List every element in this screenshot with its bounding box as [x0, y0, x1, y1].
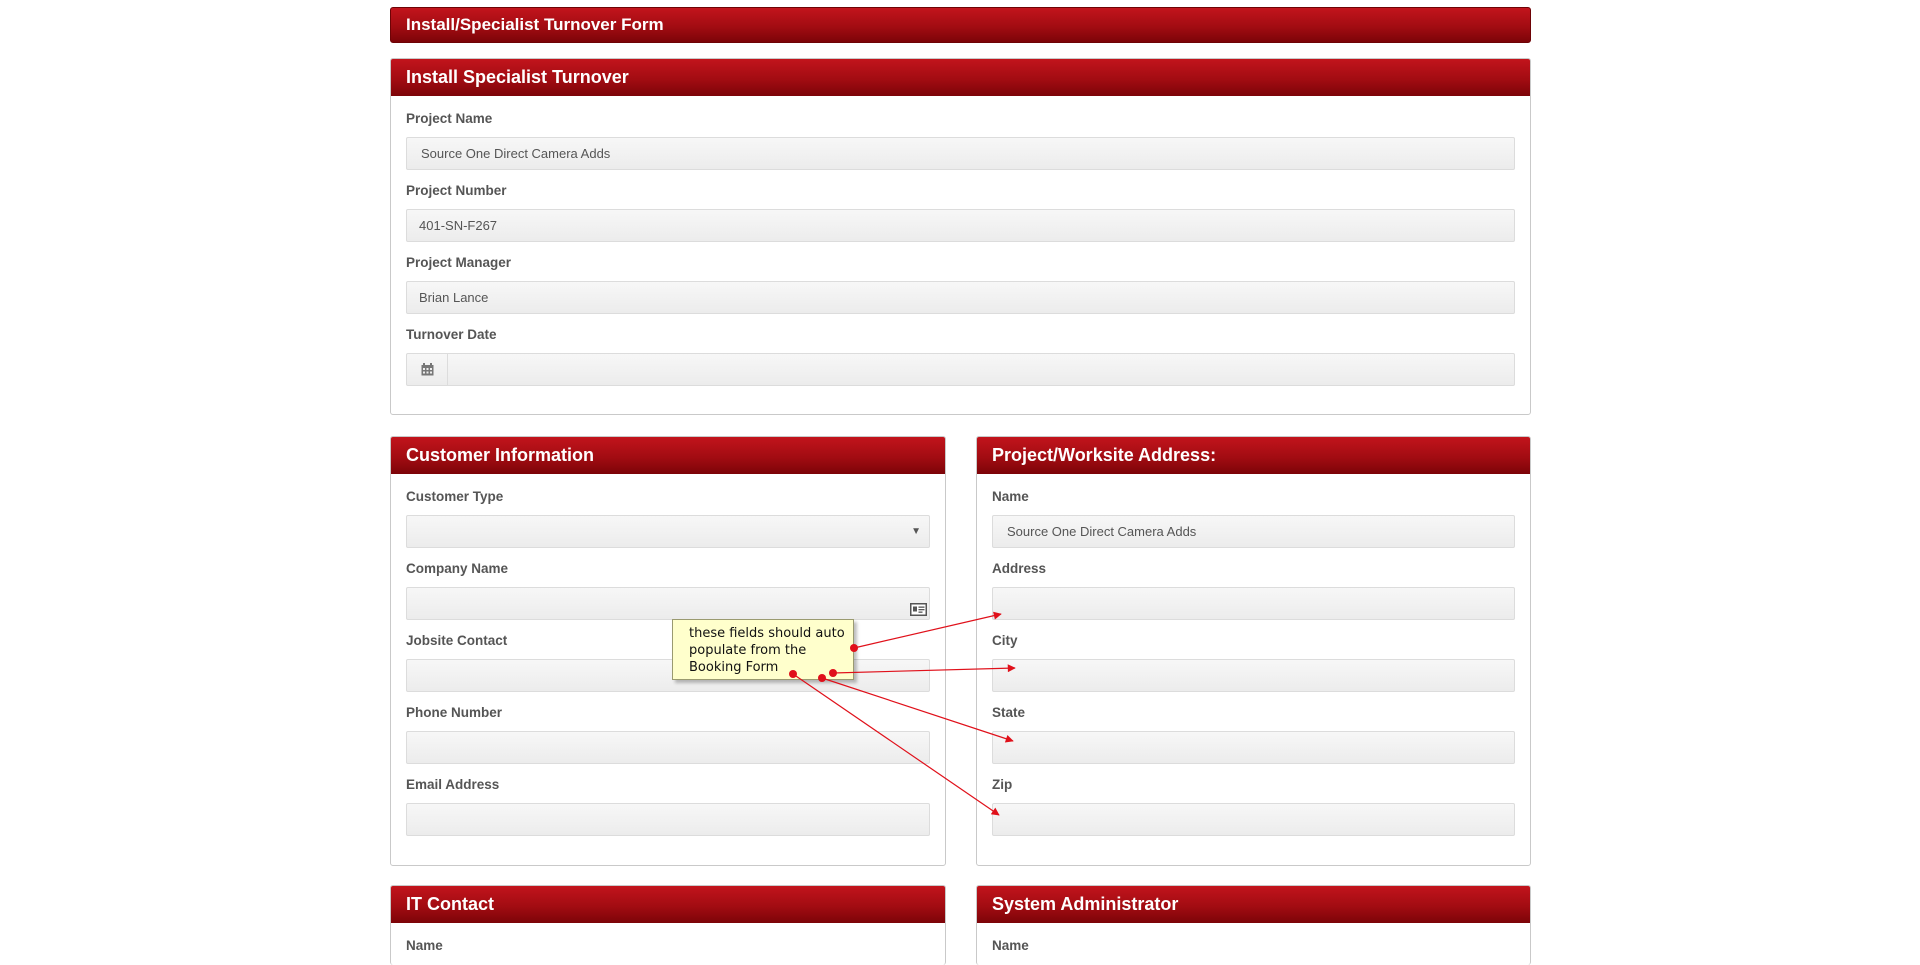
company-name-input[interactable]	[406, 587, 930, 620]
worksite-name-group: Name Source One Direct Camera Adds	[992, 487, 1515, 548]
worksite-state-group: State	[992, 703, 1515, 764]
sysadmin-header: System Administrator	[977, 886, 1530, 923]
project-manager-label: Project Manager	[406, 255, 512, 270]
worksite-address-panel: Project/Worksite Address: Name Source On…	[976, 436, 1531, 866]
worksite-name-label: Name	[992, 489, 1029, 504]
worksite-address-label: Address	[992, 561, 1047, 576]
turnover-panel: Install Specialist Turnover Project Name…	[390, 58, 1531, 415]
sysadmin-name-group: Name	[992, 936, 1515, 956]
turnover-date-group: Turnover Date	[406, 325, 1515, 386]
project-name-label: Project Name	[406, 111, 493, 126]
worksite-address-group: Address	[992, 559, 1515, 620]
email-address-label: Email Address	[406, 777, 500, 792]
project-manager-input[interactable]: Brian Lance	[406, 281, 1515, 314]
worksite-city-label: City	[992, 633, 1018, 648]
project-number-label: Project Number	[406, 183, 507, 198]
phone-number-group: Phone Number	[406, 703, 930, 764]
project-name-group: Project Name Source One Direct Camera Ad…	[406, 109, 1515, 170]
chevron-down-icon[interactable]: ▼	[911, 516, 921, 547]
worksite-zip-label: Zip	[992, 777, 1013, 792]
it-contact-title: IT Contact	[406, 894, 494, 914]
turnover-date-label: Turnover Date	[406, 327, 497, 342]
turnover-panel-title: Install Specialist Turnover	[406, 67, 629, 87]
worksite-name-input[interactable]: Source One Direct Camera Adds	[992, 515, 1515, 548]
sysadmin-title: System Administrator	[992, 894, 1179, 914]
project-number-group: Project Number 401-SN-F267	[406, 181, 1515, 242]
customer-info-header: Customer Information	[391, 437, 945, 474]
worksite-city-input[interactable]	[992, 659, 1515, 692]
project-name-input[interactable]: Source One Direct Camera Adds	[406, 137, 1515, 170]
email-address-input[interactable]	[406, 803, 930, 836]
company-name-label: Company Name	[406, 561, 509, 576]
it-contact-panel: IT Contact Name	[390, 885, 946, 965]
phone-number-input[interactable]	[406, 731, 930, 764]
sysadmin-name-label: Name	[992, 938, 1029, 953]
customer-info-title: Customer Information	[406, 445, 595, 465]
worksite-address-input[interactable]	[992, 587, 1515, 620]
phone-number-label: Phone Number	[406, 705, 503, 720]
annotation-text: these fields should auto populate from t…	[689, 626, 845, 675]
worksite-address-header: Project/Worksite Address:	[977, 437, 1530, 474]
contact-card-icon[interactable]	[910, 596, 927, 627]
annotation-note: these fields should auto populate from t…	[672, 619, 854, 680]
customer-type-group: Customer Type ▼	[406, 487, 930, 548]
sysadmin-panel: System Administrator Name	[976, 885, 1531, 965]
it-contact-header: IT Contact	[391, 886, 945, 923]
worksite-state-input[interactable]	[992, 731, 1515, 764]
customer-type-select[interactable]: ▼	[406, 515, 930, 548]
turnover-panel-header: Install Specialist Turnover	[391, 59, 1530, 96]
email-address-group: Email Address	[406, 775, 930, 836]
it-contact-name-label: Name	[406, 938, 443, 953]
worksite-state-label: State	[992, 705, 1026, 720]
company-name-group: Company Name	[406, 559, 930, 620]
turnover-date-input[interactable]	[448, 354, 1514, 385]
calendar-icon[interactable]	[407, 354, 448, 385]
it-contact-name-group: Name	[406, 936, 930, 956]
worksite-city-group: City	[992, 631, 1515, 692]
worksite-zip-group: Zip	[992, 775, 1515, 836]
turnover-date-field	[406, 353, 1515, 386]
customer-type-label: Customer Type	[406, 489, 504, 504]
form-title-bar: Install/Specialist Turnover Form	[390, 7, 1531, 43]
form-title: Install/Specialist Turnover Form	[406, 15, 664, 34]
project-manager-group: Project Manager Brian Lance	[406, 253, 1515, 314]
project-number-input[interactable]: 401-SN-F267	[406, 209, 1515, 242]
worksite-address-title: Project/Worksite Address:	[992, 445, 1217, 465]
customer-info-panel: Customer Information Customer Type ▼ Com…	[390, 436, 946, 866]
worksite-zip-input[interactable]	[992, 803, 1515, 836]
